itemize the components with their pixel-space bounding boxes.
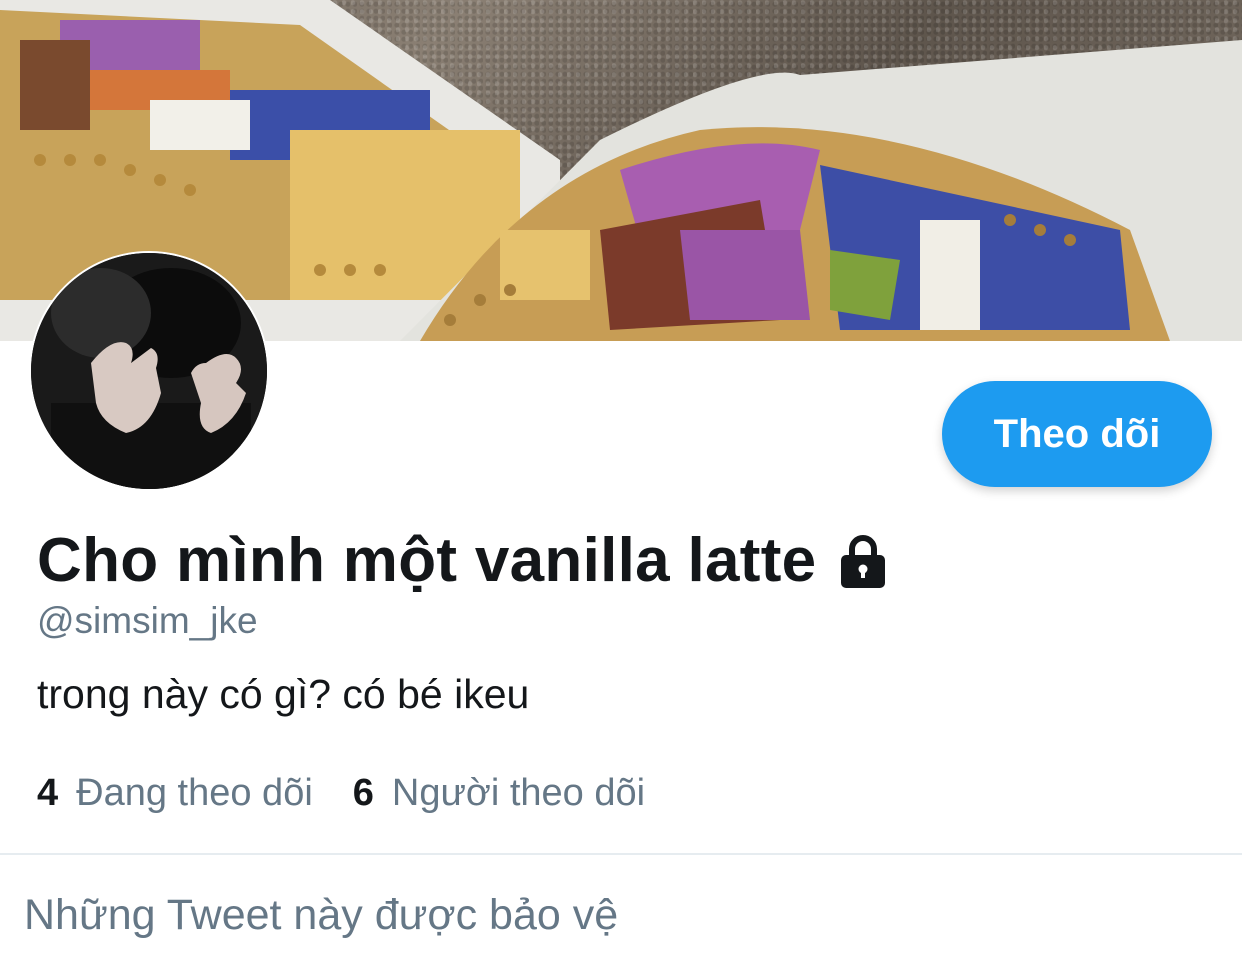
lock-icon xyxy=(841,535,886,588)
profile-name-row: Cho mình một vanilla latte xyxy=(37,522,888,598)
protected-tweets-message: Những Tweet này được bảo vệ xyxy=(24,891,619,939)
profile-avatar[interactable] xyxy=(29,251,269,491)
profile-page: Theo dõi Cho mình một vanilla latte @sim… xyxy=(0,0,1242,974)
followers-stat[interactable]: 6 Người theo dõi xyxy=(353,772,645,815)
profile-stats: 4 Đang theo dõi 6 Người theo dõi xyxy=(37,772,645,815)
profile-display-name: Cho mình một vanilla latte xyxy=(37,525,817,595)
following-count: 4 xyxy=(37,772,59,814)
avatar-photo xyxy=(31,253,267,489)
followers-count: 6 xyxy=(352,772,374,814)
following-label: Đang theo dõi xyxy=(76,772,313,814)
following-stat[interactable]: 4 Đang theo dõi xyxy=(37,772,313,815)
follow-button[interactable]: Theo dõi xyxy=(942,381,1212,487)
followers-label: Người theo dõi xyxy=(391,772,646,814)
profile-bio: trong này có gì? có bé ikeu xyxy=(37,671,530,717)
profile-handle: @simsim_jke xyxy=(37,600,258,641)
section-divider xyxy=(0,853,1242,855)
